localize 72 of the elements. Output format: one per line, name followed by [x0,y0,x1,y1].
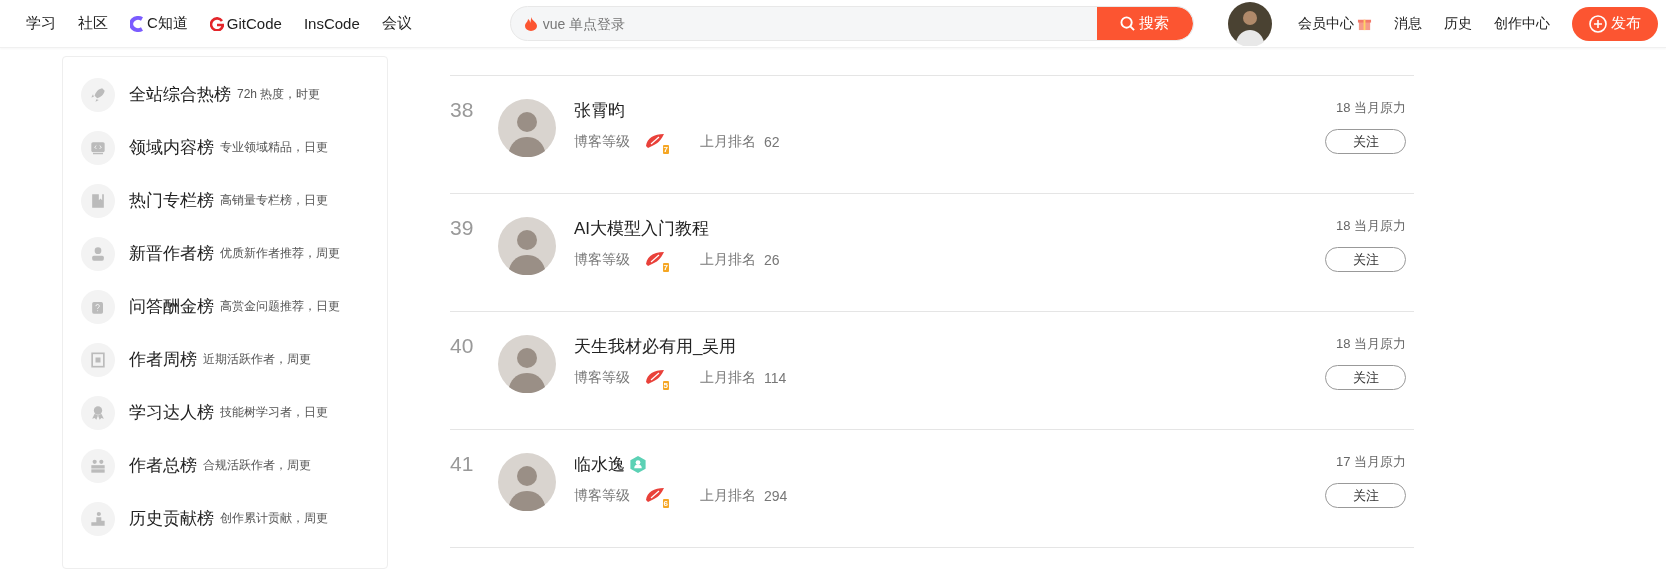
ranking-menu-item[interactable]: 作者总榜 合规活跃作者，周更 [63,439,387,492]
search-icon [1120,16,1136,31]
author-name[interactable]: 天生我材必有用_吴用 [574,335,737,358]
monthly-force-score: 18 当月原力 [1335,335,1406,353]
ranking-title: 领域内容榜 [129,137,214,159]
ranking-title: 新晋作者榜 [129,243,214,265]
last-month-label: 上月排名 [700,487,756,505]
level-label: 博客等级 [574,369,630,387]
follow-button[interactable]: 关注 [1325,129,1406,154]
follow-button[interactable]: 关注 [1325,365,1406,390]
verified-badge-icon [629,455,647,474]
last-month-rank: 294 [764,488,788,504]
ranking-description: 高销量专栏榜，日更 [220,192,328,209]
follow-button[interactable]: 关注 [1325,483,1406,508]
ranking-title: 历史贡献榜 [129,508,214,530]
ranking-menu-item[interactable]: 学习达人榜 技能树学习者，日更 [63,386,387,439]
ranking-description: 72h 热度，时更 [237,86,321,103]
nav-link[interactable]: 社区 [78,14,108,33]
monthly-force-score: 18 当月原力 [1335,217,1406,235]
ranking-title: 热门专栏榜 [129,190,214,212]
level-label: 博客等级 [574,251,630,269]
rank-number: 41 [450,453,475,477]
ranking-title: 问答酬金榜 [129,296,214,318]
nav-link[interactable]: C知道 [130,14,188,33]
avatar[interactable] [1227,1,1272,46]
ranking-title: 学习达人榜 [129,402,214,424]
rank-number: 38 [450,99,475,123]
author-name[interactable]: AI大模型入门教程 [574,217,710,240]
ranking-menu-item[interactable]: 领域内容榜 专业领域精品，日更 [63,121,387,174]
monthly-force-score: 17 当月原力 [1335,453,1406,471]
follow-button[interactable]: 关注 [1325,247,1406,272]
ranking-menu-item[interactable]: 作者周榜 近期活跃作者，周更 [63,333,387,386]
last-month-rank: 26 [764,252,780,268]
rank-number: 39 [450,217,475,241]
ranking-title: 作者周榜 [129,349,197,371]
last-month-label: 上月排名 [700,251,756,269]
nav-link[interactable]: 创作中心 [1493,14,1550,33]
flame-icon [524,16,537,31]
g-logo-icon [209,16,224,31]
ranking-menu-item[interactable]: 热门专栏榜 高销量专栏榜，日更 [63,174,387,227]
ranking-description: 高赏金问题推荐，日更 [220,298,340,315]
ranking-description: 优质新作者推荐，周更 [220,245,340,262]
author-name[interactable]: 张霄昀 [574,99,625,122]
ranking-description: 近期活跃作者，周更 [203,351,311,368]
level-label: 博客等级 [574,133,630,151]
ranking-menu-item[interactable]: 新晋作者榜 优质新作者推荐，周更 [63,227,387,280]
last-month-rank: 114 [764,370,787,386]
nav-link[interactable]: 会议 [381,14,412,33]
nav-link[interactable]: GitCode [209,15,282,32]
ranking-menu-item[interactable]: 全站综合热榜 72h 热度，时更 [63,68,387,121]
ranking-title: 全站综合热榜 [129,84,231,106]
ranking-description: 合规活跃作者，周更 [203,457,311,474]
ranking-description: 创作累计贡献，周更 [220,510,328,527]
ranking-description: 技能树学习者，日更 [220,404,328,421]
nav-link[interactable]: 历史 [1443,14,1472,33]
c-logo-icon [130,15,144,32]
ranking-menu-item[interactable]: 问答酬金榜 高赏金问题推荐，日更 [63,280,387,333]
nav-link[interactable]: InsCode [303,15,360,32]
last-month-label: 上月排名 [700,133,756,151]
ranking-description: 专业领域精品，日更 [220,139,328,156]
plus-icon [1588,14,1607,33]
nav-link[interactable]: 学习 [26,14,56,33]
ranking-title: 作者总榜 [129,455,197,477]
monthly-force-score: 18 当月原力 [1335,99,1406,117]
ranking-menu-item[interactable]: 历史贡献榜 创作累计贡献，周更 [63,492,387,545]
rank-number: 40 [450,335,475,359]
nav-link[interactable]: 会员中心 [1297,14,1372,33]
last-month-rank: 62 [764,134,780,150]
nav-link[interactable]: 消息 [1393,14,1422,33]
last-month-label: 上月排名 [700,369,756,387]
author-name[interactable]: 临水逸 [574,453,625,476]
level-label: 博客等级 [574,487,630,505]
